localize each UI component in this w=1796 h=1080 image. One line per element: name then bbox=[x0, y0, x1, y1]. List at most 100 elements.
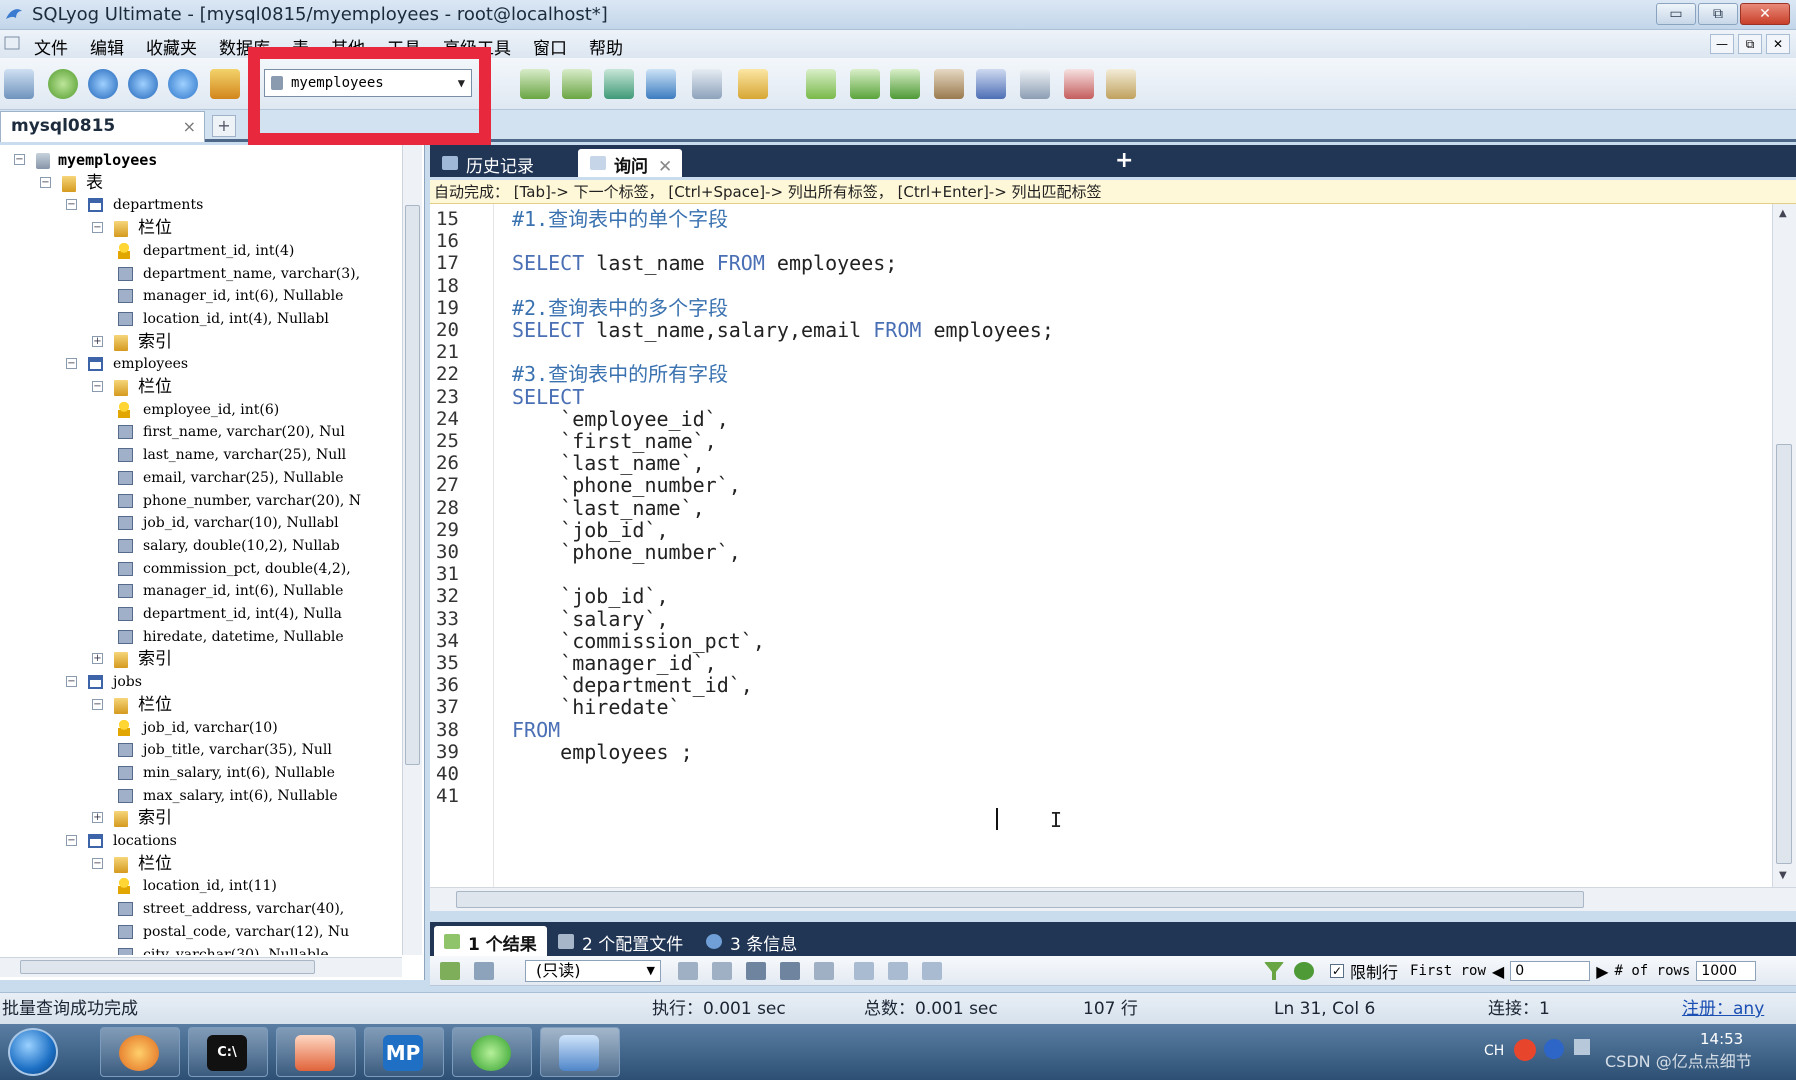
tree-node[interactable]: first_name, varchar(20), Nul bbox=[118, 421, 345, 443]
rows-count-input[interactable]: 1000 bbox=[1696, 961, 1757, 981]
schema-tools-icon[interactable] bbox=[210, 69, 240, 99]
export-icon[interactable] bbox=[646, 69, 676, 99]
collapse-icon[interactable]: − bbox=[92, 381, 103, 392]
cancel-changes-icon[interactable] bbox=[814, 962, 834, 980]
tree-node[interactable]: − 栏位 bbox=[92, 853, 172, 875]
scrollbar-thumb[interactable] bbox=[456, 891, 1584, 908]
new-connection-icon[interactable] bbox=[4, 69, 34, 99]
first-row-input[interactable]: 0 bbox=[1510, 961, 1591, 981]
grid-view-icon[interactable] bbox=[854, 962, 874, 980]
database-select[interactable]: myemployees ▼ bbox=[264, 69, 472, 97]
tree-node[interactable]: − 栏位 bbox=[92, 217, 172, 239]
menu-window[interactable]: 窗口 bbox=[533, 34, 567, 59]
execute-query-icon[interactable] bbox=[88, 69, 118, 99]
collapse-icon[interactable]: − bbox=[92, 698, 103, 710]
tree-node[interactable]: salary, double(10,2), Nullab bbox=[118, 535, 340, 557]
tree-node[interactable]: postal_code, varchar(12), Nu bbox=[118, 921, 349, 943]
sql-editor[interactable]: 15 #1.查询表中的单个字段 16 17 SELECT last_name FROM … bbox=[430, 204, 1772, 887]
create-table-icon[interactable] bbox=[520, 69, 550, 99]
tree-node[interactable]: department_id, int(4), Nulla bbox=[118, 603, 342, 625]
tree-node[interactable]: + 索引 bbox=[92, 807, 172, 829]
register-link[interactable]: 注册：any bbox=[1682, 993, 1764, 1025]
scroll-up-icon[interactable]: ▲ bbox=[1779, 208, 1787, 219]
collapse-icon[interactable]: − bbox=[92, 857, 103, 869]
tree-node[interactable]: street_address, varchar(40), bbox=[118, 898, 344, 920]
tree-horizontal-scrollbar[interactable] bbox=[0, 957, 402, 977]
tree-node[interactable]: manager_id, int(6), Nullable bbox=[118, 580, 343, 602]
import-icon[interactable] bbox=[604, 69, 634, 99]
tree-node[interactable]: job_id, varchar(10), Nullabl bbox=[118, 512, 339, 534]
tree-node[interactable]: − 栏位 bbox=[92, 376, 172, 398]
tree-node[interactable]: + 索引 bbox=[92, 648, 172, 670]
taskbar-clock[interactable]: 14:53 bbox=[1700, 1030, 1743, 1048]
tree-node[interactable]: department_id, int(4) bbox=[118, 240, 294, 262]
tree-node[interactable]: − 表 bbox=[40, 172, 103, 194]
execute-all-icon[interactable] bbox=[128, 69, 158, 99]
tree-node[interactable]: − employees bbox=[66, 353, 188, 375]
minimize-button[interactable]: ▭ bbox=[1656, 3, 1696, 25]
tree-node[interactable]: employee_id, int(6) bbox=[118, 399, 279, 421]
copy-grid-icon[interactable] bbox=[474, 962, 494, 980]
tree-node[interactable]: phone_number, varchar(20), N bbox=[118, 490, 361, 512]
start-button[interactable] bbox=[8, 1028, 58, 1076]
table-data-icon[interactable] bbox=[692, 69, 722, 99]
query-builder-icon[interactable] bbox=[1106, 69, 1136, 99]
taskbar-app-mp[interactable]: MP bbox=[364, 1027, 444, 1077]
new-query-icon[interactable] bbox=[48, 69, 78, 99]
refresh-icon[interactable] bbox=[1294, 962, 1314, 980]
tree-node[interactable]: hiredate, datetime, Nullable bbox=[118, 626, 344, 648]
tree-node[interactable]: − myemployees bbox=[14, 149, 157, 171]
menu-other[interactable]: 其他 bbox=[331, 34, 365, 59]
editor-vertical-scrollbar[interactable]: ▲ ▼ bbox=[1772, 204, 1796, 887]
tree-node[interactable]: job_title, varchar(35), Null bbox=[118, 739, 332, 761]
taskbar-app-firefox[interactable] bbox=[100, 1027, 180, 1077]
tree-node[interactable]: min_salary, int(6), Nullable bbox=[118, 762, 335, 784]
previous-page-icon[interactable]: ◀ bbox=[1492, 962, 1504, 981]
migration-icon[interactable] bbox=[934, 69, 964, 99]
tree-node[interactable]: − 栏位 bbox=[92, 694, 172, 716]
tree-node[interactable]: department_name, varchar(3), bbox=[118, 263, 360, 285]
menu-edit[interactable]: 编辑 bbox=[90, 34, 124, 59]
backup-icon[interactable] bbox=[850, 69, 880, 99]
tree-node[interactable]: − departments bbox=[66, 194, 203, 216]
tab-query[interactable]: 询问 ✕ bbox=[578, 149, 683, 177]
filter-icon[interactable] bbox=[1264, 962, 1284, 980]
menu-favorites[interactable]: 收藏夹 bbox=[146, 34, 197, 59]
taskbar-app-sqlyog[interactable] bbox=[540, 1027, 620, 1077]
mdi-restore-button[interactable]: ⧉ bbox=[1738, 34, 1762, 54]
collapse-icon[interactable]: − bbox=[66, 358, 77, 370]
scrollbar-thumb[interactable] bbox=[405, 205, 420, 765]
refresh-icon[interactable] bbox=[168, 69, 198, 99]
tree-node[interactable]: manager_id, int(6), Nullable bbox=[118, 285, 343, 307]
tree-node[interactable]: max_salary, int(6), Nullable bbox=[118, 785, 338, 807]
network-icon[interactable] bbox=[1574, 1039, 1590, 1055]
tab-messages[interactable]: 3 条信息 bbox=[696, 926, 807, 956]
taskbar-app-presentation[interactable] bbox=[276, 1027, 356, 1077]
maximize-button[interactable]: ⧉ bbox=[1698, 3, 1738, 25]
tree-vertical-scrollbar[interactable] bbox=[402, 145, 422, 955]
scheduler-icon[interactable] bbox=[1064, 69, 1094, 99]
mdi-close-button[interactable]: ✕ bbox=[1766, 34, 1790, 54]
collapse-icon[interactable]: − bbox=[92, 222, 103, 234]
editor-horizontal-scrollbar[interactable] bbox=[430, 887, 1796, 911]
user-manager-icon[interactable] bbox=[806, 69, 836, 99]
delete-icon[interactable] bbox=[780, 962, 800, 980]
add-connection-button[interactable]: + bbox=[212, 115, 236, 137]
tab-profile[interactable]: 2 个配置文件 bbox=[548, 926, 693, 956]
taskbar-app-browser-360[interactable] bbox=[452, 1027, 532, 1077]
menu-database[interactable]: 数据库 bbox=[219, 34, 270, 59]
tree-node[interactable]: last_name, varchar(25), Null bbox=[118, 444, 346, 466]
collapse-icon[interactable]: − bbox=[40, 176, 51, 188]
collapse-icon[interactable]: − bbox=[14, 154, 25, 165]
add-query-tab-button[interactable]: + bbox=[1115, 150, 1133, 172]
close-icon[interactable]: × bbox=[183, 117, 196, 136]
tree-node[interactable]: − jobs bbox=[66, 671, 142, 693]
tree-node[interactable]: location_id, int(11) bbox=[118, 875, 277, 897]
collapse-icon[interactable]: − bbox=[66, 676, 77, 688]
sync-icon[interactable] bbox=[890, 69, 920, 99]
next-page-icon[interactable]: ▶ bbox=[1596, 962, 1608, 981]
expand-icon[interactable]: + bbox=[92, 653, 103, 665]
text-view-icon[interactable] bbox=[922, 962, 942, 980]
tree-node[interactable]: city, varchar(30), Nullable bbox=[118, 944, 329, 955]
alter-table-icon[interactable] bbox=[562, 69, 592, 99]
